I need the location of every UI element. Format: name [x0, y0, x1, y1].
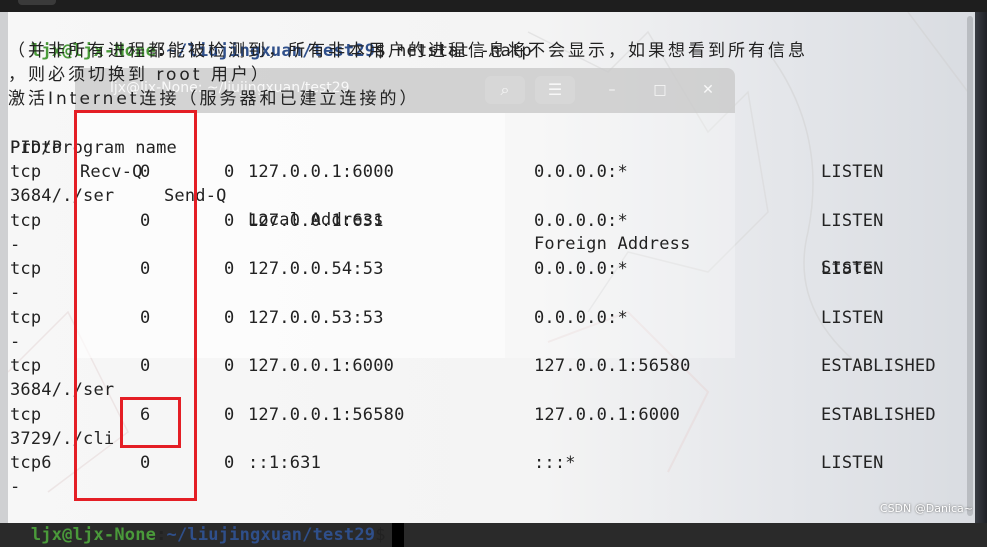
row-local-address: 127.0.0.1:56580	[248, 404, 405, 425]
left-window-edge	[0, 12, 8, 523]
ghost-search-button[interactable]: ⌕	[485, 76, 525, 104]
close-icon: ✕	[702, 82, 714, 98]
row-pid-program: -	[10, 477, 21, 497]
row-proto: tcp	[10, 162, 42, 182]
row-foreign-address: 127.0.0.1:6000	[534, 404, 681, 425]
search-icon: ⌕	[500, 80, 510, 99]
row-pid-program: -	[10, 234, 21, 255]
command-line: ljx@ljx-None:~/liujingxuan/test29$ netst…	[10, 15, 532, 61]
header-foreign-address: Foreign Address	[534, 234, 691, 254]
row-state: ESTABLISHED	[821, 404, 936, 425]
ghost-maximize-button[interactable]: □	[648, 78, 672, 102]
maximize-icon: □	[653, 82, 667, 98]
row-state: ESTABLISHED	[821, 356, 936, 376]
row-foreign-address: 0.0.0.0:*	[534, 162, 628, 182]
row-proto: tcp	[10, 404, 42, 425]
row-state: LISTEN	[821, 307, 884, 328]
top-bar-tab[interactable]	[18, 0, 56, 5]
row-local-address: 127.0.0.1:6000	[248, 356, 395, 376]
row-foreign-address: 0.0.0.0:*	[534, 259, 628, 279]
notice-line-2: ，则必须切换到 root 用户）	[8, 65, 271, 85]
row-sendq: 0	[224, 307, 235, 328]
row-proto: tcp	[10, 356, 42, 376]
final-prompt-line: ljx@ljx-None:~/liujingxuan/test29$	[10, 499, 404, 547]
row-state: LISTEN	[821, 210, 884, 231]
row-proto: tcp	[10, 259, 42, 279]
row-local-address: 127.0.0.54:53	[248, 259, 384, 279]
terminal-cursor	[391, 523, 404, 547]
prompt-dollar: $	[375, 525, 386, 545]
row-local-address: ::1:631	[248, 453, 322, 473]
row-sendq: 0	[224, 210, 235, 231]
row-foreign-address: 0.0.0.0:*	[534, 307, 628, 328]
row-state: LISTEN	[821, 453, 884, 473]
row-local-address: 127.0.0.1:631	[248, 210, 384, 231]
prompt-path: ~/liujingxuan/test29	[166, 525, 376, 545]
top-bar	[0, 0, 987, 12]
ghost-close-button[interactable]: ✕	[696, 78, 720, 102]
row-local-address: 127.0.0.53:53	[248, 307, 384, 328]
row-proto: tcp	[10, 210, 42, 231]
prompt-colon: :	[156, 525, 167, 545]
recvq-value-highlight	[120, 397, 181, 448]
row-foreign-address: 0.0.0.0:*	[534, 210, 628, 231]
row-foreign-address: :::*	[534, 453, 576, 473]
watermark: CSDN @Danica~	[879, 502, 973, 515]
row-proto: tcp6	[10, 453, 52, 473]
ghost-menu-button[interactable]: ☰	[535, 76, 575, 104]
row-sendq: 0	[224, 162, 235, 182]
scrollbar[interactable]	[967, 16, 973, 516]
row-foreign-address: 127.0.0.1:56580	[534, 356, 691, 376]
notice-line-1: （并非所有进程都能被检测到，所有非本用户的进程信息将不会显示，如果想看到所有信息	[8, 41, 808, 61]
prompt-user-host: ljx@ljx-None	[30, 525, 157, 545]
section-title: 激活Internet连接（服务器和已建立连接的）	[8, 87, 420, 111]
row-state: LISTEN	[821, 162, 884, 182]
ghost-minimize-button[interactable]: –	[600, 78, 624, 102]
row-pid-program: -	[10, 331, 21, 352]
right-window-edge	[975, 12, 987, 523]
row-proto: tcp	[10, 307, 42, 328]
row-sendq: 0	[224, 259, 235, 279]
row-sendq: 0	[224, 356, 235, 376]
menu-icon: ☰	[547, 80, 563, 99]
row-state: LISTEN	[821, 259, 884, 279]
row-local-address: 127.0.0.1:6000	[248, 162, 395, 182]
row-sendq: 0	[224, 404, 235, 425]
minimize-icon: –	[608, 82, 616, 98]
row-sendq: 0	[224, 453, 235, 473]
row-pid-program: -	[10, 283, 21, 303]
section-title-text: 激活Internet连接（服务器和已建立连接的）	[8, 89, 420, 109]
